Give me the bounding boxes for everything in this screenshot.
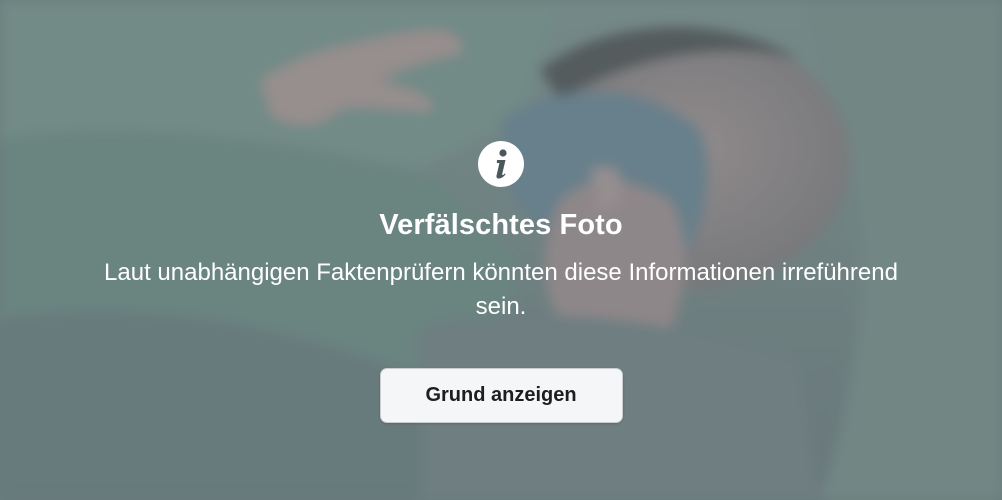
warning-title: Verfälschtes Foto — [379, 209, 623, 241]
warning-content: Verfälschtes Foto Laut unabhängigen Fakt… — [0, 0, 1002, 500]
info-icon — [478, 141, 524, 187]
warning-message: Laut unabhängigen Faktenprüfern könnten … — [104, 259, 898, 320]
false-information-overlay: Verfälschtes Foto Laut unabhängigen Fakt… — [0, 0, 1002, 500]
show-reason-button[interactable]: Grund anzeigen — [379, 368, 623, 423]
